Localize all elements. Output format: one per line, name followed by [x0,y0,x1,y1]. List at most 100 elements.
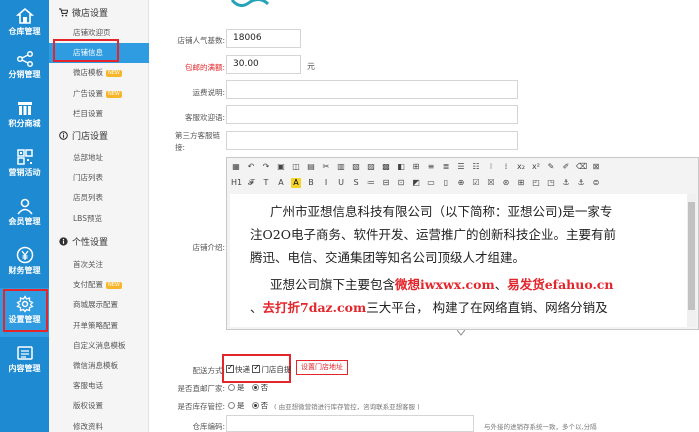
resize-handle-icon[interactable] [456,329,466,336]
direct-no-radio[interactable] [251,384,259,391]
toolbar-button-icon[interactable]: ◫ [291,162,301,172]
submenu-item[interactable]: 版权设置 [49,396,149,416]
toolbar-button-icon[interactable]: S [351,178,361,188]
toolbar-button-icon[interactable]: ⌫ [576,162,587,172]
popularity-input[interactable]: 18006 [226,29,301,48]
toolbar-button-icon[interactable]: ☒ [486,178,496,188]
direct-yes-option[interactable]: 是 [228,383,245,392]
toolbar-button-icon[interactable]: ⊞ [411,162,421,172]
submenu-item[interactable]: 总部地址 [49,148,149,168]
toolbar-button-icon[interactable]: ↶ [246,162,256,172]
toolbar-button-icon[interactable]: 𝓕 [246,178,256,188]
express-option[interactable]: 快递 [226,363,250,374]
toolbar-button-icon[interactable]: ▣ [276,162,286,172]
toolbar-button-icon[interactable]: ◩ [411,178,421,188]
group-shop-settings[interactable]: 微店设置 [49,4,149,24]
direct-yes-radio[interactable] [228,384,235,391]
free-shipping-input[interactable]: 30.00 [226,55,301,74]
direct-no-option[interactable]: 否 [251,383,268,392]
toolbar-button-icon[interactable]: T [261,178,271,188]
group-personal-settings[interactable]: 个性设置 [49,233,149,253]
submenu-item[interactable]: 商城展示配置 [49,295,149,315]
toolbar-button-icon[interactable]: ☷ [471,162,481,172]
rail-item-qrcode[interactable]: 营销活动 [0,141,49,190]
stock-no-radio[interactable] [251,402,259,409]
stock-no-option[interactable]: 否 [251,401,268,410]
toolbar-button-icon[interactable]: ⁞ [501,162,511,172]
toolbar-button-icon[interactable]: ☰ [456,162,466,172]
rich-text-editor[interactable]: ▦ ↶ ↷ ▣ ◫ ▤ ✂ ▥ ▧ ▨ ▩ ◧ ⊞ ≡ ≣ ☰ ☷ ⁝ ⁞ x₂ x² ✎ ✐ ⌫ ⊠ H1 𝓕 T A A B I U S ≔ ⊟… [226,157,699,336]
submenu-item[interactable]: 支付配置 NEW [49,275,149,295]
editor-scrollbar[interactable] [687,194,696,327]
toolbar-button-icon[interactable]: ▧ [351,162,361,172]
express-checkbox[interactable] [226,363,234,373]
toolbar-button-icon[interactable]: ▭ [426,178,436,188]
group-store-settings[interactable]: 门店设置 [49,127,149,147]
toolbar-button-icon[interactable]: ⊠ [591,162,601,172]
submenu-item[interactable]: 自定义消息模板 [49,336,149,356]
submenu-item[interactable]: 栏目设置 [49,104,149,124]
submenu-item[interactable]: 店员列表 [49,188,149,208]
toolbar-button-icon[interactable]: ⊛ [501,178,511,188]
toolbar-button-icon[interactable]: x² [531,162,541,172]
toolbar-button-icon[interactable]: ↷ [261,162,271,172]
toolbar-button-icon[interactable]: ▨ [366,162,376,172]
submenu-item[interactable]: 广告设置 NEW [49,84,149,104]
toolbar-button-icon[interactable]: ⊕ [456,178,466,188]
toolbar-button-icon[interactable]: ◳ [546,178,556,188]
toolbar-button-icon[interactable]: x₂ [516,162,526,172]
toolbar-button-icon[interactable]: ≣ [441,162,451,172]
set-store-address-button[interactable]: 设置门店地址 [296,360,348,375]
toolbar-button-icon[interactable]: ≡ [426,162,436,172]
submenu-item[interactable]: 客服电话 [49,376,149,396]
toolbar-button-icon[interactable]: ⚓ [561,178,571,188]
toolbar-button-icon[interactable]: ⁝ [486,162,496,172]
rail-item-store[interactable]: 积分商城 [0,92,49,141]
submenu-item[interactable]: 微信消息模板 [49,356,149,376]
rail-item-share[interactable]: 分销管理 [0,43,49,92]
submenu-item[interactable]: 首次关注 [49,255,149,275]
submenu-item[interactable]: 开单策略配置 [49,316,149,336]
toolbar-button-icon[interactable]: ⊡ [396,178,406,188]
toolbar-button-icon[interactable]: ▤ [306,162,316,172]
scroll-thumb[interactable] [688,202,695,310]
submenu-item[interactable]: 修改资料 [49,417,149,432]
toolbar-button-icon[interactable]: U [336,178,346,188]
warehouse-input[interactable] [226,415,474,432]
toolbar-button-icon[interactable]: B [306,178,316,188]
toolbar-button-icon[interactable]: I [321,178,331,188]
toolbar-button-icon[interactable]: ⊟ [381,178,391,188]
stock-yes-option[interactable]: 是 [228,401,245,410]
submenu-item[interactable]: LBS预览 [49,209,149,229]
submenu-item[interactable]: 门店列表 [49,168,149,188]
toolbar-button-icon[interactable]: ▥ [336,162,346,172]
pickup-option[interactable]: 门店自提 [252,363,291,374]
third-party-input[interactable] [226,131,518,150]
rail-item-user[interactable]: 会员管理 [0,190,49,239]
toolbar-button-icon[interactable]: A [291,178,301,188]
stock-yes-radio[interactable] [228,402,235,409]
toolbar-button-icon[interactable]: ⚓ [576,178,586,188]
toolbar-button-icon[interactable]: ▩ [381,162,391,172]
toolbar-button-icon[interactable]: ✐ [561,162,571,172]
rail-item-yen[interactable]: 财务管理 [0,239,49,288]
toolbar-button-icon[interactable]: ✎ [546,162,556,172]
rail-item-home[interactable]: 仓库管理 [0,0,49,49]
toolbar-button-icon[interactable]: ☑ [471,178,481,188]
shipping-desc-input[interactable] [226,80,518,99]
toolbar-button-icon[interactable]: ◧ [396,162,406,172]
submenu-item[interactable]: 微店模板 NEW [49,63,149,83]
toolbar-button-icon[interactable]: ⊞ [516,178,526,188]
editor-content[interactable]: 广州市亚想信息科技有限公司（以下简称：亚想公司)是一家专 注O2O电子商务、软件开… [230,194,687,327]
toolbar-button-icon[interactable]: ✂ [321,162,331,172]
rail-item-content[interactable]: 内容管理 [0,337,49,386]
pickup-checkbox[interactable] [252,363,261,373]
toolbar-button-icon[interactable]: ⊜ [591,178,601,188]
toolbar-button-icon[interactable]: ≔ [366,178,376,188]
toolbar-button-icon[interactable]: ▯ [441,178,451,188]
toolbar-button-icon[interactable]: A [276,178,286,188]
cs-welcome-input[interactable] [226,105,518,124]
toolbar-button-icon[interactable]: ▦ [231,162,241,172]
toolbar-button-icon[interactable]: ◰ [531,178,541,188]
toolbar-button-icon[interactable]: H1 [231,178,242,188]
